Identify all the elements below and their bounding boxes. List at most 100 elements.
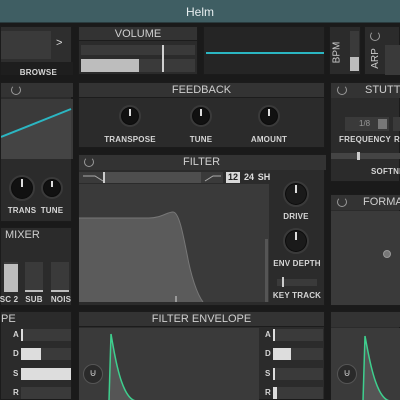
amp-d-label: D [13, 349, 19, 358]
amp-a-label: A [13, 330, 19, 339]
ramp-wave-icon [0, 108, 72, 159]
mod-env-mod-icon[interactable]: ⊍ [337, 364, 357, 384]
mixer-fill-osc2 [4, 264, 18, 292]
volume-slider-handle[interactable] [162, 45, 164, 72]
filter-env-d-label: D [265, 349, 271, 358]
transpose-label: TRANSPOSE [104, 135, 156, 144]
filter-env-a-slider[interactable] [273, 329, 323, 341]
osc-panel: TRANS TUNE [0, 82, 73, 222]
filter-type-range [105, 172, 201, 183]
key-track-slider[interactable] [277, 277, 317, 287]
filter-title: FILTER [183, 156, 221, 168]
slope-sh-button[interactable]: SH [257, 172, 271, 183]
stutter-softness-handle[interactable] [357, 152, 360, 160]
drive-knob[interactable] [283, 181, 309, 207]
volume-slider-track[interactable] [81, 45, 195, 72]
filter-envelope-display[interactable]: ⊍ [79, 328, 259, 400]
filter-envelope-title: FILTER ENVELOPE [79, 312, 324, 327]
filter-resonance-handle[interactable] [265, 239, 268, 302]
env-depth-label: ENV DEPTH [273, 259, 321, 268]
oscilloscope-line [206, 52, 324, 54]
stutter-panel: STUTT 1/8 FREQUENCY R SOFTNE [330, 82, 400, 182]
bpm-slider[interactable] [350, 31, 359, 71]
filter-envelope-panel: FILTER ENVELOPE ⊍ A D S R [78, 311, 325, 400]
patch-display[interactable] [1, 31, 51, 59]
filter-env-s-label: S [265, 369, 271, 378]
transpose-knob[interactable] [119, 105, 141, 127]
highpass-icon [204, 175, 221, 182]
stutter-power-icon[interactable] [337, 85, 347, 95]
filter-response-curve [79, 211, 204, 303]
filter-cutoff-handle[interactable] [175, 296, 177, 302]
bpm-panel: BPM [329, 26, 361, 75]
amp-a-slider[interactable] [21, 329, 71, 341]
browse-button[interactable]: BROWSE [1, 62, 73, 77]
trans-knob[interactable] [9, 175, 35, 201]
formant-title: FORMA [363, 196, 400, 208]
filter-env-r-label: R [265, 388, 271, 397]
formant-xy-pad[interactable] [331, 211, 400, 305]
env-depth-knob[interactable] [283, 228, 309, 254]
amp-s-label: S [13, 369, 19, 378]
filter-response-display[interactable] [79, 184, 269, 303]
volume-title: VOLUME [79, 27, 197, 41]
mixer-label-sub: SUB [25, 295, 43, 304]
filter-env-a-label: A [265, 330, 271, 339]
amp-envelope-title: PE [1, 313, 16, 325]
feedback-tune-label: TUNE [189, 135, 213, 144]
trans-label: TRANS [7, 206, 37, 215]
slope-12-button[interactable]: 12 [226, 172, 240, 183]
drive-label: DRIVE [283, 212, 309, 221]
filter-env-d-slider[interactable] [273, 348, 323, 360]
browse-label: BROWSE [19, 68, 57, 77]
arp-power-icon[interactable] [370, 31, 380, 41]
stutter-r-box[interactable] [393, 117, 400, 131]
mixer-slider-noise[interactable] [51, 262, 69, 292]
patch-browser: > BROWSE [0, 26, 73, 77]
stutter-r-label: R [394, 135, 400, 144]
arp-label: ARP [369, 48, 381, 69]
stutter-frequency-box[interactable]: 1/8 [345, 117, 389, 131]
osc-waveform-area [0, 99, 73, 159]
amp-s-fill [21, 368, 71, 380]
amp-s-slider[interactable] [21, 368, 71, 380]
mixer-label-osc2: SC 2 [0, 295, 19, 304]
mixer-label-noise: NOIS [50, 295, 72, 304]
mixer-title: MIXER [5, 229, 40, 241]
mixer-slider-sub[interactable] [25, 262, 43, 292]
mixer-slider-osc2[interactable] [4, 262, 18, 292]
filter-env-mod-icon[interactable]: ⊍ [83, 364, 103, 384]
amp-r-label: R [13, 388, 19, 397]
filter-env-a-fill [273, 329, 275, 341]
amp-d-slider[interactable] [21, 348, 71, 360]
next-patch-button[interactable]: > [56, 37, 70, 49]
stutter-title: STUTT [365, 84, 400, 96]
bpm-slider-fill [350, 57, 359, 71]
key-track-handle[interactable] [282, 277, 284, 287]
mixer-fill-sub [25, 290, 43, 292]
amount-knob[interactable] [258, 105, 280, 127]
stutter-softness-label: SOFTNE [371, 167, 400, 176]
osc-power-icon[interactable] [11, 85, 21, 95]
title-bar: Helm [0, 0, 400, 23]
mod-envelope-display[interactable]: ⊍ [331, 328, 400, 400]
filter-type-slider[interactable] [79, 172, 223, 183]
filter-env-s-slider[interactable] [273, 368, 323, 380]
mod-envelope-header [331, 312, 400, 327]
stutter-header: STUTT [331, 83, 400, 98]
filter-env-d-fill [273, 348, 291, 360]
filter-header: FILTER [79, 155, 326, 170]
feedback-tune-knob[interactable] [190, 105, 212, 127]
stutter-softness-slider[interactable] [331, 152, 400, 160]
formant-header: FORMA [331, 195, 400, 210]
tune-knob[interactable] [41, 177, 63, 199]
slope-24-button[interactable]: 24 [242, 172, 256, 183]
stutter-sync-icon[interactable] [378, 119, 387, 129]
formant-xy-handle[interactable] [383, 250, 391, 258]
filter-power-icon[interactable] [84, 157, 94, 167]
filter-env-s-fill [273, 368, 275, 380]
filter-env-r-slider[interactable] [273, 387, 323, 399]
amp-r-slider[interactable] [21, 387, 71, 399]
formant-power-icon[interactable] [337, 197, 347, 207]
bpm-label: BPM [331, 41, 343, 64]
